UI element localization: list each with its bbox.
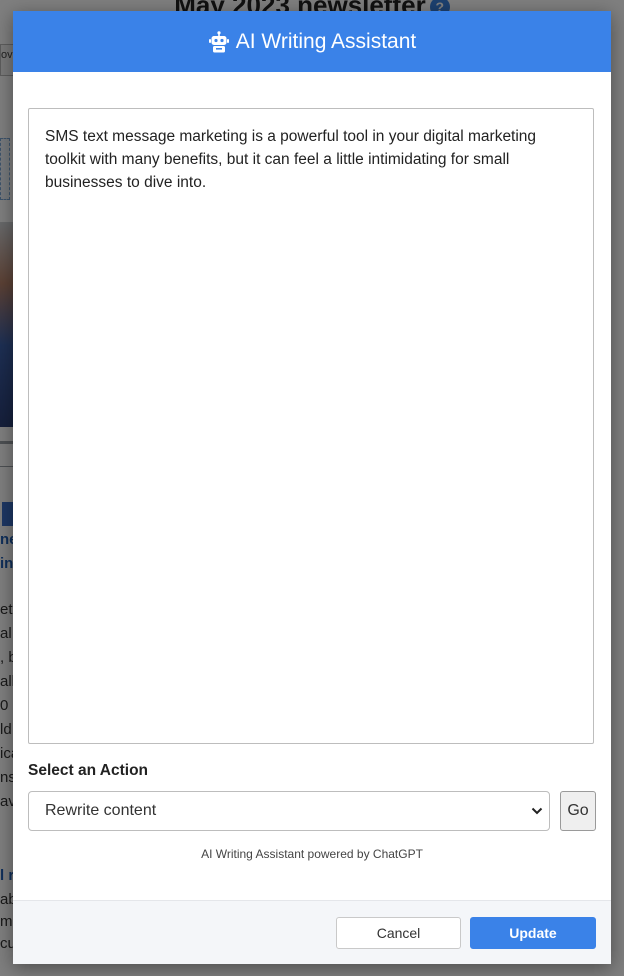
action-row: Rewrite content Go: [28, 791, 596, 831]
content-editor[interactable]: SMS text message marketing is a powerful…: [28, 108, 594, 744]
chevron-down-icon: [531, 807, 543, 815]
action-select[interactable]: Rewrite content: [28, 791, 550, 831]
action-select-value: Rewrite content: [45, 802, 157, 819]
powered-by-text: AI Writing Assistant powered by ChatGPT: [201, 847, 423, 861]
dialog-body: SMS text message marketing is a powerful…: [13, 72, 611, 861]
dialog-footer: Cancel Update: [13, 900, 611, 964]
cancel-button[interactable]: Cancel: [336, 917, 461, 949]
dialog-header: AI Writing Assistant: [13, 11, 611, 72]
go-button[interactable]: Go: [560, 791, 596, 831]
robot-icon: [208, 30, 230, 53]
action-label: Select an Action: [28, 762, 149, 779]
ai-writing-assistant-dialog: AI Writing Assistant SMS text message ma…: [13, 11, 611, 964]
dialog-title: AI Writing Assistant: [235, 29, 417, 53]
update-button[interactable]: Update: [470, 917, 596, 949]
